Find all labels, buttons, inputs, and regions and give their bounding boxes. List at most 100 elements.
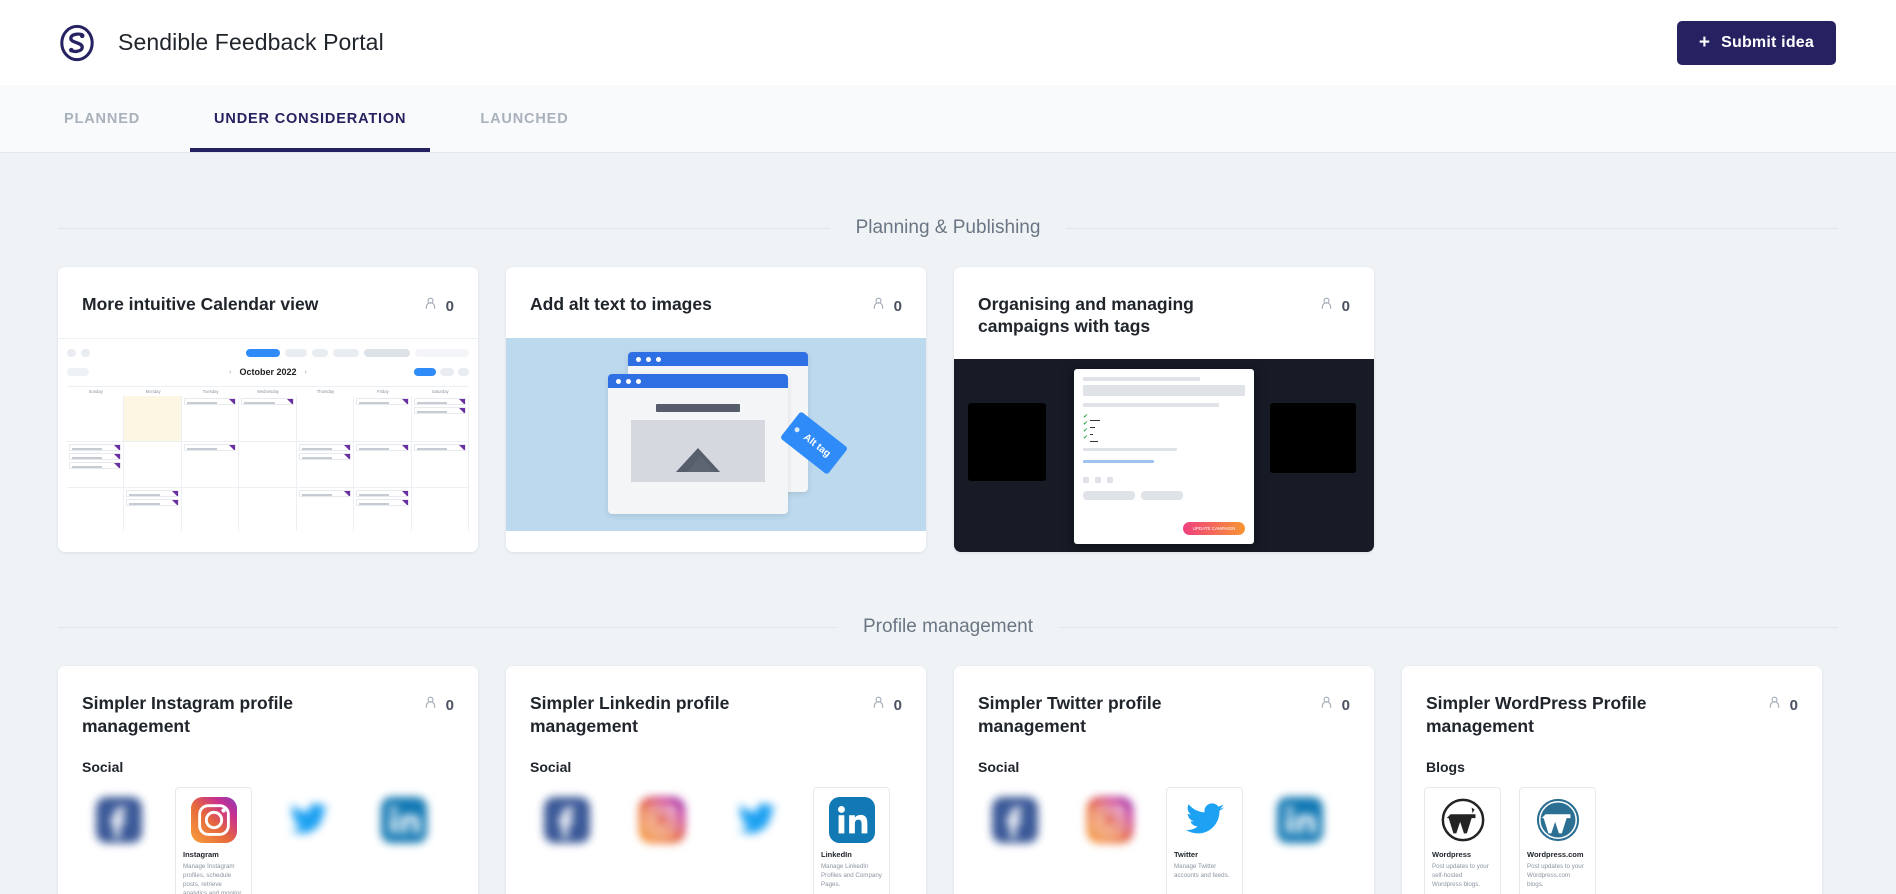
calendar-day-header: Sunday [88,389,103,394]
status-tabs: PLANNED UNDER CONSIDERATION LAUNCHED [0,85,1896,153]
tab-planned[interactable]: PLANNED [58,85,146,152]
calendar-cell [354,396,412,442]
calendar-cell [124,488,182,531]
person-icon [1319,695,1334,715]
calendar-cell [181,396,240,442]
page-title: Sendible Feedback Portal [118,29,384,55]
calendar-cell [67,396,125,442]
submit-idea-button[interactable]: + Submit idea [1676,20,1836,65]
social-tile-twitter [718,786,795,894]
social-tile-facebook [80,786,157,894]
dark-panel-left [968,403,1046,482]
calendar-day-header: Saturday [431,389,449,394]
calendar-cell [297,488,355,531]
social-tile-name: Twitter [1174,849,1199,859]
calendar-cell-today [124,396,182,442]
vote-counter[interactable]: 0 [1767,692,1798,715]
card-header: More intuitive Calendar view 0 [58,267,478,338]
section-title: Profile management [862,616,1034,638]
app-header: Sendible Feedback Portal + Submit idea [0,0,1896,85]
card-subcategory: Blogs [1426,758,1465,775]
social-tile-facebook [528,786,605,894]
calendar-grid: Sunday Monday Tuesday Wednesday Thursday… [67,386,469,531]
twitter-icon [734,797,780,843]
idea-card-linkedin-profile[interactable]: Simpler Linkedin profile management 0 So… [506,666,926,894]
card-thumbnail-social-twitter: Twitter Manage Twitter accounts and feed… [954,786,1374,894]
mountain-small-icon [687,456,716,472]
dark-panel-right [1270,403,1356,474]
vote-count: 0 [1789,696,1798,714]
vote-counter[interactable]: 0 [423,692,454,715]
chevron-left-icon: ‹ [229,368,232,376]
calendar-cell [411,396,469,442]
divider-right [1059,626,1839,628]
social-tile-instagram [623,786,700,894]
calendar-cell [296,442,355,488]
social-tile-desc: Post updates to your self-hosted Wordpre… [1432,862,1489,888]
wordpress-com-icon [1535,797,1581,843]
calendar-cell [67,488,125,531]
calendar-cell [296,396,355,442]
calendar-month-nav: ‹ October 2022 › [67,362,469,382]
twitter-icon [286,797,332,843]
card-header: Simpler Instagram profile management 0 [58,666,478,758]
sendible-circle-s-logo-icon [58,24,96,62]
calendar-profile-field [415,348,469,357]
social-tile-wordpress-com: Wordpress.com Post updates to your Wordp… [1519,786,1596,894]
person-icon [423,695,438,715]
divider-right [1066,227,1839,229]
social-tile-name: LinkedIn [821,849,852,859]
idea-board: Planning & Publishing More intuitive Cal… [0,217,1896,894]
social-tile-linkedin [1261,786,1338,894]
vote-counter[interactable]: 0 [1319,293,1350,316]
vote-counter[interactable]: 0 [1319,692,1350,715]
idea-card-instagram-profile[interactable]: Simpler Instagram profile management 0 S… [58,666,478,894]
calendar-day-header: Friday [377,389,389,394]
vote-count: 0 [445,696,454,714]
card-title: Simpler Linkedin profile management [530,693,730,736]
calendar-day-header: Monday [145,389,161,394]
calendar-day-header: Tuesday [202,389,219,394]
card-header: Simpler Twitter profile management 0 [954,666,1374,758]
social-tile-desc: Manage Instagram profiles, schedule post… [183,862,242,894]
calendar-search-field [364,348,410,357]
card-thumbnail-calendar: ‹ October 2022 › Sunday Monday Tuesday W… [58,338,478,531]
checklist-item: ✔ [1083,435,1245,443]
calendar-filter-3 [333,348,359,357]
tab-launched[interactable]: LAUNCHED [474,85,574,152]
text-placeholder-bar [656,404,740,412]
submit-idea-label: Submit idea [1721,33,1814,51]
tab-under-consideration[interactable]: UNDER CONSIDERATION [190,85,431,152]
calendar-cell [239,396,297,442]
chevron-right-icon: › [304,368,307,376]
calendar-cell [182,488,240,531]
card-header: Simpler WordPress Profile management 0 [1402,666,1822,758]
divider-left [58,227,830,229]
section-header-planning-publishing: Planning & Publishing [58,217,1839,239]
idea-card-twitter-profile[interactable]: Simpler Twitter profile management 0 Soc… [954,666,1374,894]
vote-counter[interactable]: 0 [871,293,902,316]
calendar-toolbar [67,346,469,359]
person-icon [423,296,438,316]
vote-count: 0 [893,297,902,315]
vote-counter[interactable]: 0 [871,692,902,715]
vote-counter[interactable]: 0 [423,293,454,316]
calendar-print-icon [81,348,90,357]
calendar-cell [412,488,469,531]
card-thumbnail-social-linkedin: LinkedIn Manage LinkedIn Profiles and Co… [506,786,926,894]
card-title: Organising and managing campaigns with t… [978,294,1194,337]
divider-left [58,626,837,628]
social-tile-desc: Post updates to your Wordpress.com blogs… [1527,862,1584,888]
idea-card-wordpress-profile[interactable]: Simpler WordPress Profile management 0 B… [1402,666,1822,894]
idea-card-calendar-view[interactable]: More intuitive Calendar view 0 ‹ October… [58,267,478,553]
idea-card-campaign-tags[interactable]: Organising and managing campaigns with t… [954,267,1374,553]
card-thumbnail-social-wordpress: Wordpress Post updates to your self-host… [1402,786,1822,894]
idea-card-alt-text[interactable]: Add alt text to images 0 Alt tag [506,267,926,553]
card-subcategory: Social [978,758,1020,775]
social-tile-linkedin: LinkedIn Manage LinkedIn Profiles and Co… [813,786,890,894]
calendar-cell [239,488,297,531]
checklist-item: ✔ [1083,428,1245,436]
social-tile-desc: Manage Twitter accounts and feeds. [1174,862,1230,879]
vote-count: 0 [445,297,454,315]
